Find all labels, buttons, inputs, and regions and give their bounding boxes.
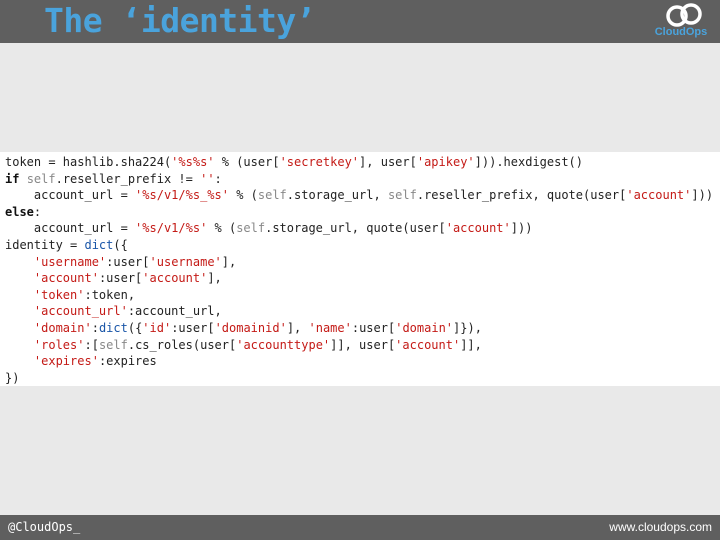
code-token: :account_url, [127,304,222,319]
code-token: '' [200,171,215,186]
code-token: % ( [207,221,237,236]
code-token: : [33,204,42,219]
code-token: 'accounttype' [236,337,331,352]
code-token: % (user[ [214,155,280,169]
code-line: 'account':user['account'], [5,270,222,286]
code-token: % ( [228,188,258,203]
code-token: dict [98,321,128,335]
header-bar: The ‘identity’ CloudOps [0,0,720,43]
code-line: 'roles':[self.cs_roles(user['accounttype… [5,337,482,353]
code-token: ], user[ [359,155,417,169]
code-block: token = hashlib.sha224('%s%s' % (user['s… [0,152,720,386]
code-token: : [214,171,222,186]
code-token: self [257,188,287,203]
code-token: 'username' [33,254,107,269]
code-token: 'domain' [33,321,92,335]
code-line: identity = dict({ [5,237,128,253]
code-token: :expires [98,354,157,369]
code-line: 'token':token, [5,287,135,303]
code-token: :user[ [351,321,396,335]
code-token: 'account' [33,271,99,286]
code-token: :token, [84,287,136,302]
code-token: 'account' [626,188,692,203]
code-line: 'domain':dict({'id':user['domainid'], 'n… [5,320,482,336]
code-line: account_url = '%s/v1/%s_%s' % (self.stor… [5,187,713,203]
code-token: 'domain' [395,321,454,335]
code-token: identity = [5,238,85,252]
code-token: self [236,221,266,236]
cloudops-logo-icon [666,3,702,27]
logo-wordmark: CloudOps [654,26,708,38]
code-token: :user[ [171,321,215,335]
footer-bar: @CloudOps_ www.cloudops.com [0,515,720,540]
code-token: .reseller_prefix != [55,171,201,186]
code-token: account_url = [5,221,136,236]
code-token: .storage_url, quote(user[ [265,221,446,236]
slide-title: The ‘identity’ [44,1,316,40]
code-token: '%s%s' [171,155,215,169]
code-token: ])) [510,221,533,236]
code-token: 'token' [33,287,85,302]
code-token: ], [221,254,237,269]
code-token: dict [84,238,114,252]
code-line: 'account_url':account_url, [5,303,222,319]
code-token: 'domainid' [214,321,287,335]
code-token: ]}), [453,321,482,335]
code-token: self [26,171,56,186]
code-line: }) [5,370,19,386]
code-token: .reseller_prefix, quote(user[ [416,188,627,203]
code-token: 'account' [445,221,511,236]
code-token: ({ [127,321,143,335]
code-token: token = hashlib.sha224( [5,155,172,169]
footer-twitter-handle: @CloudOps_ [8,520,81,534]
code-token: ]], user[ [330,337,396,352]
code-token: 'secretkey' [279,155,360,169]
code-token: 'id' [142,321,172,335]
cloudops-logo: CloudOps [650,3,712,41]
code-token: 'username' [149,254,222,269]
footer-website: www.cloudops.com [609,520,712,534]
code-line: account_url = '%s/v1/%s' % (self.storage… [5,220,533,236]
code-token: 'roles' [33,337,85,352]
code-token: }) [5,370,20,385]
code-token: account_url = [5,188,136,203]
code-token: 'account' [395,337,461,352]
code-token: else [5,204,34,219]
code-token: 'account' [142,271,208,286]
code-line: else: [5,204,41,220]
code-token: : [91,321,99,335]
code-token: self [387,188,417,203]
code-line: 'expires':expires [5,353,157,369]
code-token: 'name' [308,321,352,335]
code-line: token = hashlib.sha224('%s%s' % (user['s… [5,154,583,170]
code-token: ])) [691,188,714,203]
code-token: .cs_roles(user[ [127,337,237,352]
code-token: ])).hexdigest() [474,155,584,169]
code-token: if [5,171,27,186]
code-token: ({ [113,238,128,252]
code-token: 'expires' [33,354,99,369]
code-line: if self.reseller_prefix != '': [5,171,222,187]
code-token: ], [207,271,222,286]
code-token: 'apikey' [416,155,475,169]
code-token: '%s/v1/%s_%s' [135,188,229,203]
code-token: .storage_url, [286,188,388,203]
code-token: :user[ [98,271,143,286]
code-token: ]], [460,337,482,352]
code-token: self [98,337,128,352]
code-token: :[ [84,337,99,352]
code-token: :user[ [106,254,150,269]
code-line: 'username':user['username'], [5,254,236,270]
code-token: '%s/v1/%s' [135,221,208,236]
code-token: 'account_url' [33,304,128,319]
code-token: ], [286,321,309,335]
